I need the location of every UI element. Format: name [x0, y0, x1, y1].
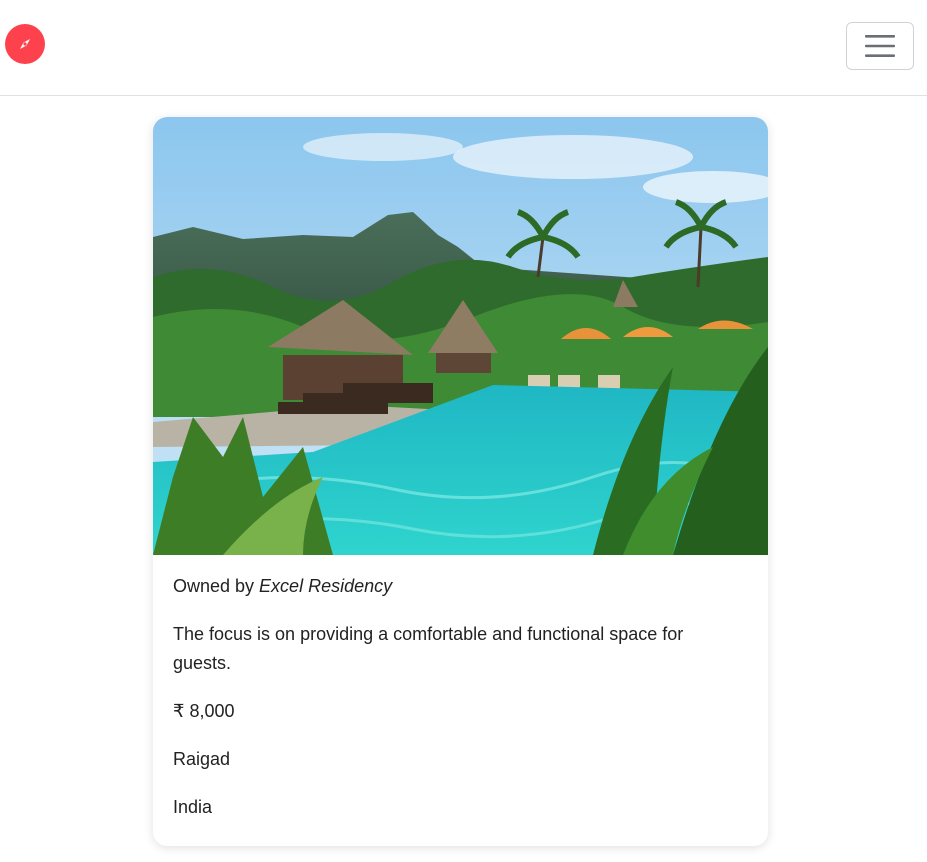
- listing-location: Raigad: [173, 749, 231, 769]
- listing-country: India: [173, 797, 213, 817]
- owner-name: Excel Residency: [259, 576, 393, 596]
- listing-price: ₹ 8,000: [173, 701, 235, 721]
- owner-line: Owned by Excel Residency: [173, 572, 743, 601]
- hamburger-menu-icon: [865, 35, 895, 57]
- top-navbar: [0, 0, 927, 96]
- listing-image: [153, 117, 768, 555]
- card-body: Owned by Excel Residency The focus is on…: [173, 572, 743, 841]
- compass-icon: [20, 39, 30, 49]
- owner-prefix: Owned by: [173, 576, 260, 596]
- navbar-toggler-button[interactable]: [846, 22, 914, 70]
- listing-card[interactable]: Owned by Excel Residency The focus is on…: [153, 117, 768, 846]
- listing-description: The focus is on providing a comfortable …: [173, 624, 684, 673]
- brand-logo-link[interactable]: [5, 24, 45, 64]
